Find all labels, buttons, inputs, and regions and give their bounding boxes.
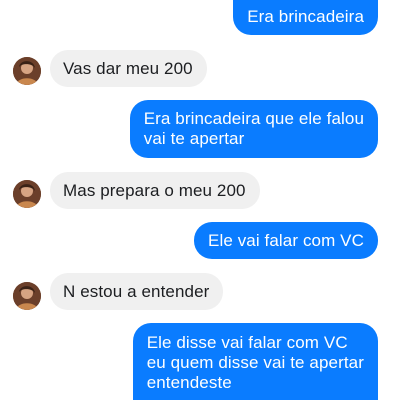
- message-bubble-sent[interactable]: Era brincadeira que ele falou vai te ape…: [129, 100, 378, 158]
- message-bubble-received[interactable]: N estou a entender: [50, 273, 224, 310]
- contact-avatar[interactable]: [13, 282, 41, 310]
- conversation-thread: Era brincadeira Vas dar meu 200 Era brin…: [0, 0, 400, 400]
- message-bubble-received[interactable]: Mas prepara o meu 200: [50, 172, 260, 209]
- message-bubble-sent[interactable]: Era brincadeira: [233, 0, 378, 35]
- message-bubble-sent[interactable]: Ele disse vai falar com VC eu quem disse…: [132, 323, 378, 400]
- contact-avatar[interactable]: [13, 180, 41, 208]
- contact-avatar[interactable]: [13, 57, 41, 85]
- message-bubble-sent[interactable]: Ele vai falar com VC: [194, 222, 378, 259]
- message-bubble-received[interactable]: Vas dar meu 200: [50, 50, 207, 87]
